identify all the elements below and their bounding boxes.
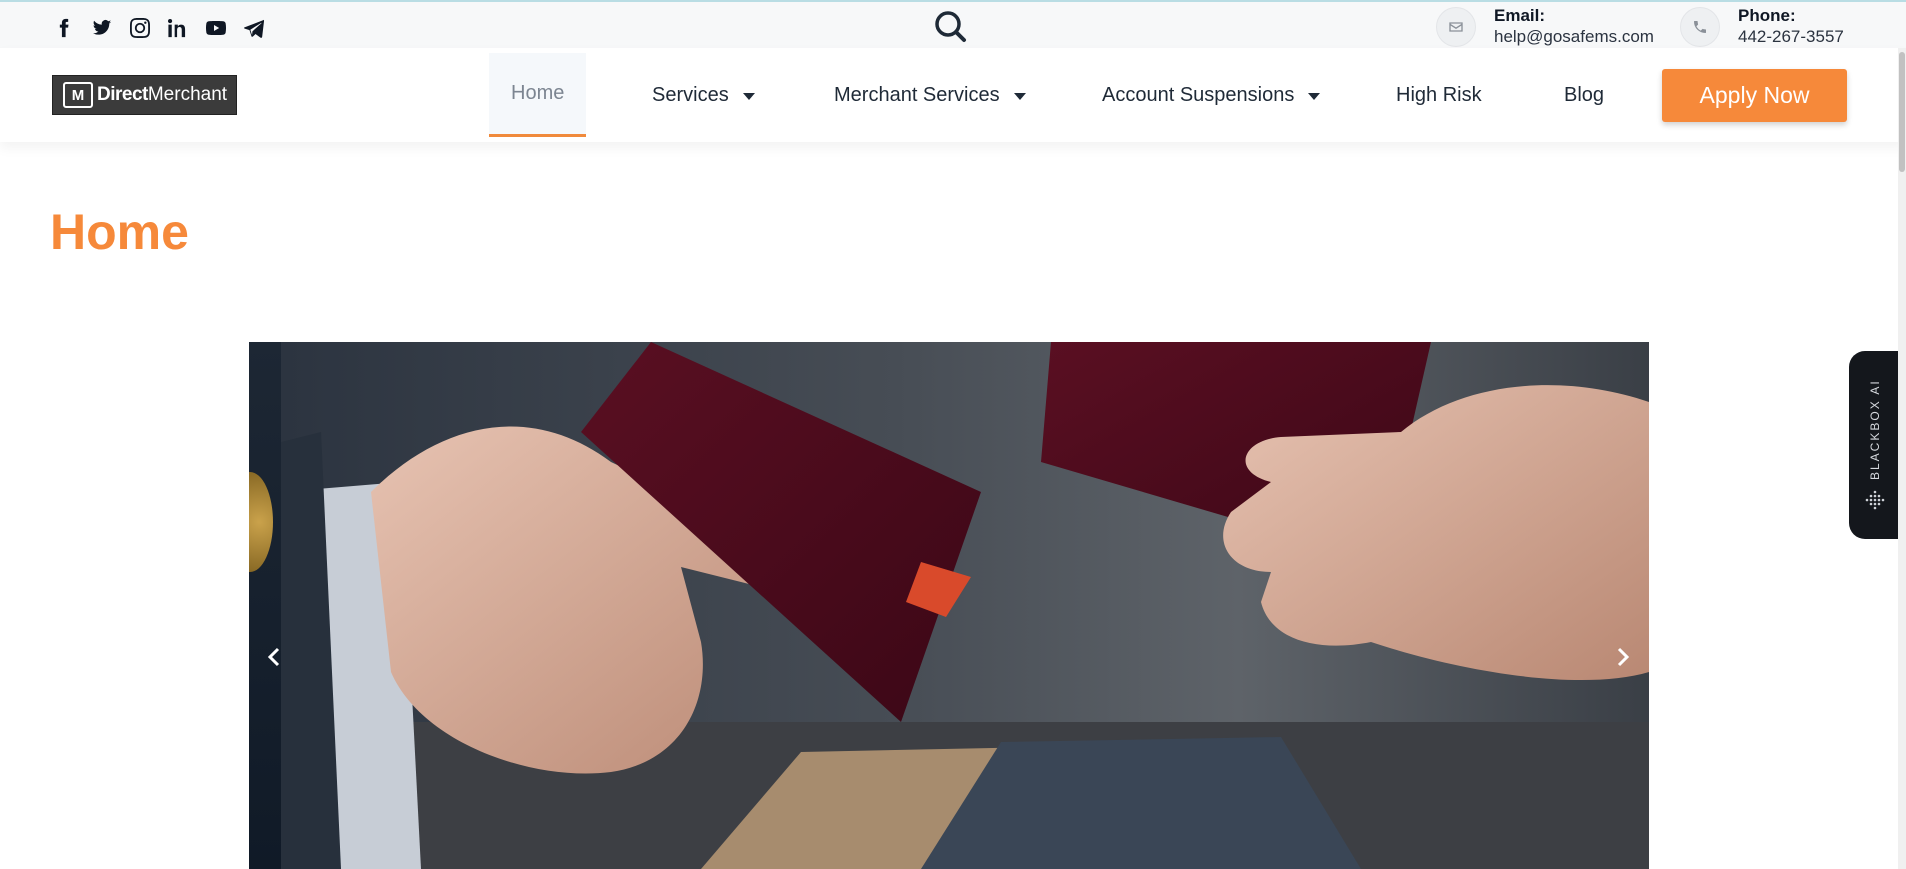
nav-high-risk-label: High Risk: [1396, 83, 1482, 106]
email-label: Email:: [1494, 6, 1546, 25]
email-value[interactable]: help@gosafems.com: [1494, 26, 1654, 48]
phone-contact: Phone: 442-267-3557: [1680, 6, 1844, 48]
logo[interactable]: M Direct Merchant: [52, 75, 237, 115]
nav-blog[interactable]: Blog: [1564, 53, 1604, 137]
mail-icon: [1436, 7, 1476, 47]
page-title: Home: [50, 204, 189, 260]
nav-merchant-services[interactable]: Merchant Services: [834, 53, 1026, 137]
main-navbar: M Direct Merchant Home Services Merchant …: [0, 48, 1906, 142]
chevron-down-icon: [742, 92, 755, 100]
blackbox-ai-widget[interactable]: BLACKBOX AI: [1849, 351, 1901, 539]
chevron-left-icon: [267, 647, 280, 667]
phone-value[interactable]: 442-267-3557: [1738, 26, 1844, 48]
hero-image: [281, 342, 1649, 869]
nav-home-label: Home: [511, 82, 565, 104]
nav-account-suspensions[interactable]: Account Suspensions: [1102, 53, 1321, 137]
coin-graphic: [249, 472, 273, 572]
youtube-icon[interactable]: [204, 16, 228, 40]
slider-next-button[interactable]: [1608, 642, 1638, 672]
instagram-icon[interactable]: [128, 16, 152, 40]
telegram-icon[interactable]: [242, 16, 266, 40]
phone-label: Phone:: [1738, 6, 1796, 25]
slider-prev-button[interactable]: [259, 642, 289, 672]
nav-home[interactable]: Home: [489, 53, 587, 137]
page-scrollbar[interactable]: [1898, 48, 1906, 869]
email-contact: Email: help@gosafems.com: [1436, 6, 1654, 48]
phone-icon: [1680, 7, 1720, 47]
blackbox-logo-icon: [1865, 490, 1885, 510]
hero-slider: [249, 342, 1649, 869]
previous-slide-peek: [249, 342, 281, 869]
nav-services[interactable]: Services: [652, 53, 755, 137]
nav-merchant-services-label: Merchant Services: [834, 83, 1000, 106]
chevron-down-icon: [1013, 92, 1026, 100]
linkedin-icon[interactable]: [166, 16, 190, 40]
nav-services-label: Services: [652, 83, 729, 106]
twitter-icon[interactable]: [90, 16, 114, 40]
chevron-right-icon: [1617, 647, 1630, 667]
apply-now-button[interactable]: Apply Now: [1662, 69, 1847, 122]
top-bar: Email: help@gosafems.com Phone: 442-267-…: [0, 0, 1906, 48]
scrollbar-thumb[interactable]: [1899, 52, 1905, 172]
chevron-down-icon: [1308, 92, 1321, 100]
logo-text-bold: Direct: [97, 84, 148, 105]
blackbox-ai-label: BLACKBOX AI: [1868, 379, 1882, 481]
search-icon[interactable]: [930, 8, 970, 44]
logo-mark: M: [63, 82, 93, 108]
social-links: [52, 16, 266, 40]
facebook-icon[interactable]: [52, 16, 76, 40]
nav-blog-label: Blog: [1564, 83, 1605, 106]
logo-text-light: Merchant: [147, 84, 228, 105]
nav-account-suspensions-label: Account Suspensions: [1102, 83, 1295, 106]
nav-high-risk[interactable]: High Risk: [1396, 53, 1482, 137]
